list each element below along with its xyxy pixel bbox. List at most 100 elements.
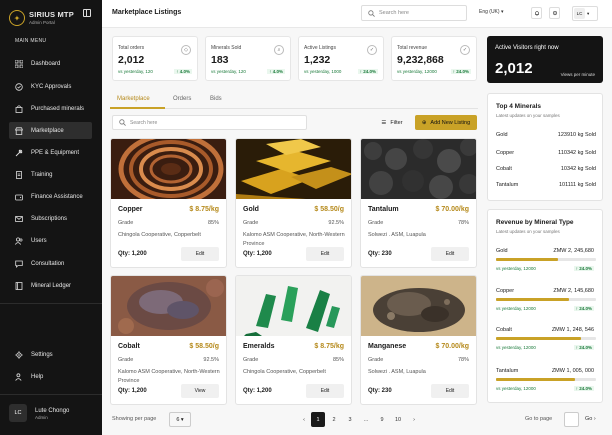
edit-button[interactable]: Edit: [306, 384, 344, 398]
tab-orders[interactable]: Orders: [173, 96, 191, 102]
notification-icon[interactable]: [531, 7, 542, 19]
sidebar-divider: [0, 303, 102, 304]
collapse-sidebar-icon[interactable]: [83, 9, 91, 17]
revenue-bar-fill: [496, 258, 558, 261]
card-grade-label: Grade: [118, 357, 134, 363]
sidebar-item-ppe-equipment[interactable]: PPE & Equipment: [9, 144, 92, 161]
card-qty: Qty: 1,200: [243, 251, 272, 257]
card-price: $ 58.50/g: [189, 343, 219, 350]
sidebar-item-kyc-approvals[interactable]: KYC Approvals: [9, 78, 92, 95]
page-button[interactable]: 9: [375, 412, 389, 427]
edit-button[interactable]: Edit: [431, 384, 469, 398]
sidebar-item-label: KYC Approvals: [31, 83, 72, 90]
mail-icon: [15, 215, 23, 223]
page-button[interactable]: 1: [311, 412, 325, 427]
card-name: Emeralds: [243, 343, 275, 350]
sidebar-item-dashboard[interactable]: Dashboard: [9, 55, 92, 72]
menu-heading: MAIN MENU: [15, 38, 47, 44]
listing-card-cobalt[interactable]: Cobalt $ 58.50/g Grade 92.5% Kalomo ASM …: [110, 275, 227, 405]
listing-card-copper[interactable]: Copper $ 8.75/kg Grade 85% Chingola Coop…: [110, 138, 227, 268]
sidebar-item-subscriptions[interactable]: Subscriptions: [9, 210, 92, 227]
revenue-value: ZMW 1, 005, 000: [551, 368, 594, 374]
settings-gear-icon[interactable]: [549, 7, 560, 19]
emeralds-image: [236, 276, 351, 336]
chevron-right-icon: ›: [593, 416, 596, 422]
stat-label: Active Listings: [304, 45, 336, 51]
brand-name: SIRIUS MTP: [29, 10, 74, 19]
stat-card-total-orders: Total orders ◇ 2,012 vs yesterday, 120 ↑…: [112, 36, 198, 81]
edit-button[interactable]: Edit: [431, 247, 469, 261]
add-new-listing-button[interactable]: ⊕ Add New Listing: [415, 115, 477, 130]
listing-card-emeralds[interactable]: Emeralds $ 8.75/kg Grade 85% Chingola Co…: [235, 275, 352, 405]
sidebar-item-label: Finance Assistance: [31, 193, 83, 200]
sidebar-item-users[interactable]: Users: [9, 232, 92, 249]
check-circle-icon: ✓: [460, 45, 470, 55]
go-button[interactable]: Go ›: [585, 416, 596, 422]
view-button[interactable]: View: [181, 384, 219, 398]
sidebar-item-label: PPE & Equipment: [31, 149, 80, 156]
sidebar-item-help[interactable]: Help: [9, 368, 92, 385]
sidebar-item-consultation[interactable]: Consultation: [9, 255, 92, 272]
per-page-value: 6: [176, 416, 180, 423]
listing-card-manganese[interactable]: Manganese $ 70.00/kg Grade 78% Solwezi .…: [360, 275, 477, 405]
sidebar-item-marketplace[interactable]: Marketplace: [9, 122, 92, 139]
card-location: Chingola Cooperative, Copperbelt: [243, 369, 326, 375]
active-visitors-card: Active Visitors right now 2,012 Views pe…: [487, 36, 603, 83]
stat-compare: vs yesterday, 12000: [397, 69, 437, 74]
stat-delta: ↑ 4.0%: [174, 69, 192, 74]
filter-button[interactable]: ☰ Filter: [373, 115, 411, 130]
card-price: $ 8.75/kg: [189, 206, 219, 213]
listing-card-gold[interactable]: Gold $ 58.50/g Grade 92.5% Kalomo ASM Co…: [235, 138, 352, 268]
edit-button[interactable]: Edit: [181, 247, 219, 261]
goto-page-input[interactable]: [564, 412, 579, 427]
revenue-name: Gold: [496, 248, 508, 254]
card-location: Solwezi . ASM, Luapula: [368, 369, 426, 375]
stat-value: 1,232: [304, 54, 331, 66]
language-select[interactable]: Eng (UK) ▾: [479, 9, 503, 15]
page-button[interactable]: 2: [327, 412, 341, 427]
bag-icon: [15, 104, 23, 113]
page-button[interactable]: 10: [391, 412, 405, 427]
tab-marketplace[interactable]: Marketplace: [117, 96, 150, 102]
sidebar-item-mineral-ledger[interactable]: Mineral Ledger: [9, 277, 92, 294]
tab-bids[interactable]: Bids: [210, 96, 222, 102]
stat-compare: vs yesterday, 120: [118, 69, 153, 74]
card-name: Copper: [118, 206, 143, 213]
revenue-name: Copper: [496, 288, 515, 294]
revenue-value: ZMW 1, 248, 546: [551, 327, 594, 333]
panel-subtitle: Latest updates on your samples: [496, 113, 560, 118]
card-price: $ 70.00/kg: [435, 343, 469, 350]
revenue-bar: [496, 298, 596, 301]
user-profile[interactable]: LC Lute Chongo Admin: [9, 404, 69, 422]
ledger-icon: [15, 281, 23, 290]
edit-button[interactable]: Edit: [306, 247, 344, 261]
sidebar-item-purchased-minerals[interactable]: Purchased minerals: [9, 100, 92, 117]
listing-card-tantalum[interactable]: Tantalum $ 70.00/kg Grade 78% Solwezi . …: [360, 138, 477, 268]
sidebar-item-finance-assistance[interactable]: Finance Assistance: [9, 188, 92, 205]
mineral-name: Tantalum: [496, 182, 519, 188]
search-input[interactable]: Search here: [361, 5, 467, 21]
page-button[interactable]: 3: [343, 412, 357, 427]
search-placeholder: Search here: [130, 119, 158, 126]
mineral-value: 123910 kg Sold: [557, 132, 596, 138]
stat-delta: ↑ 4.0%: [267, 69, 285, 74]
add-listing-label: Add New Listing: [430, 119, 471, 126]
revenue-name: Tantalum: [496, 368, 519, 374]
stat-value: 2,012: [118, 54, 145, 66]
store-icon: [15, 126, 23, 135]
revenue-bar-fill: [496, 337, 581, 340]
next-page-icon[interactable]: ›: [407, 412, 421, 427]
sidebar-item-training[interactable]: Training: [9, 166, 92, 183]
per-page-select[interactable]: 6 ▾: [169, 412, 191, 427]
sidebar-item-settings[interactable]: Settings: [9, 346, 92, 363]
tantalum-image: [361, 139, 476, 199]
stat-label: Minerals Sold: [211, 45, 242, 51]
prev-page-icon[interactable]: ‹: [297, 412, 311, 427]
listing-search-input[interactable]: Search here: [112, 115, 307, 130]
card-qty: Qty: 230: [368, 388, 392, 394]
users-icon: [15, 236, 23, 245]
stat-card-minerals-sold: Minerals Sold ⌕ 183 vs yesterday, 120 ↑ …: [205, 36, 291, 81]
revenue-delta: ↑ 24.0%: [573, 345, 594, 350]
top-avatar-menu[interactable]: LC ▾: [572, 6, 598, 21]
card-location: Solwezi . ASM, Luapula: [368, 232, 426, 238]
